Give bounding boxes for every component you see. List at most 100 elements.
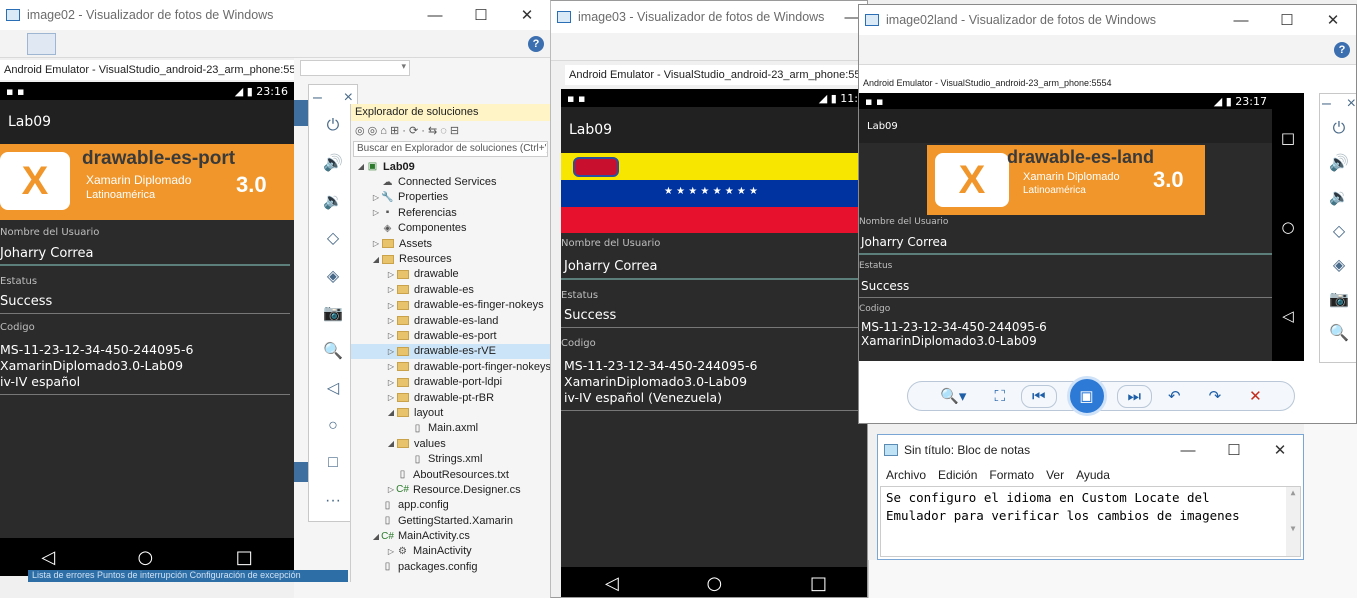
tree-item[interactable]: ▷ drawable-es-finger-nokeys — [351, 298, 550, 313]
tree-item[interactable]: ▷ 🔧 Properties — [351, 190, 550, 205]
notepad-menu-ver[interactable]: Ver — [1040, 468, 1070, 482]
chevron-right-icon[interactable]: ▷ — [385, 378, 397, 387]
chevron-right-icon[interactable]: ▷ — [385, 331, 397, 340]
menu-archivo[interactable] — [859, 39, 886, 61]
menu-imprimir[interactable] — [886, 39, 913, 61]
title-bar[interactable]: image03 - Visualizador de fotos de Windo… — [551, 1, 867, 33]
home-button-icon[interactable]: ○ — [707, 573, 723, 594]
tree-item[interactable]: ▷ drawable-pt-rBR — [351, 390, 550, 405]
back-button-icon[interactable]: ◁ — [1282, 307, 1294, 325]
tree-item[interactable]: ▯ AboutResources.txt — [351, 467, 550, 482]
recents-button-icon[interactable]: □ — [236, 547, 253, 568]
previous-icon[interactable]: ⏮ — [1020, 384, 1057, 408]
tree-item[interactable]: ▷ ⚙ MainActivity — [351, 544, 550, 559]
menu-archivo[interactable] — [551, 36, 578, 58]
notepad-menu-archivo[interactable]: Archivo — [880, 468, 932, 482]
chevron-down-icon[interactable]: ◢ — [385, 408, 397, 417]
status-field[interactable]: Success — [0, 290, 290, 314]
menu-grabar[interactable] — [76, 33, 103, 55]
chevron-right-icon[interactable]: ▷ — [370, 208, 382, 217]
close-button[interactable]: ✕ — [504, 0, 550, 30]
maximize-button[interactable]: ☐ — [1264, 5, 1310, 35]
toolbar-minimize-button[interactable]: – — [313, 89, 322, 107]
code-field[interactable]: MS-11-23-12-34-450-244095-6 XamarinDiplo… — [859, 320, 1273, 348]
tree-item[interactable]: ▷ C# Resource.Designer.cs — [351, 482, 550, 497]
tree-item[interactable]: ▷ drawable-es-port — [351, 328, 550, 343]
menu-abrir[interactable] — [103, 33, 130, 55]
code-field[interactable]: MS-11-23-12-34-450-244095-6 XamarinDiplo… — [561, 352, 861, 411]
volume-up-icon[interactable]: 🔊 — [1320, 146, 1356, 180]
menu-abrir[interactable] — [960, 39, 987, 61]
tree-item[interactable]: ◈ Componentes — [351, 221, 550, 236]
rotate-left-icon[interactable]: ↶ — [1168, 387, 1181, 405]
power-icon[interactable]: ⏻ — [1320, 112, 1356, 146]
next-icon[interactable]: ⏭ — [1116, 384, 1153, 408]
user-name-field[interactable]: Joharry Correa — [561, 255, 861, 280]
notepad-menu-edici-n[interactable]: Edición — [932, 468, 983, 482]
menu-correo-electr-nico[interactable] — [605, 36, 625, 58]
tree-item[interactable]: ▷ ▪ Referencias — [351, 205, 550, 220]
chevron-right-icon[interactable]: ▷ — [385, 316, 397, 325]
user-name-field[interactable]: Joharry Correa — [0, 244, 290, 266]
slideshow-icon[interactable]: ▣ — [1066, 376, 1107, 416]
menu-correo-electr-nico[interactable] — [56, 33, 76, 55]
rotate-right-icon[interactable]: ◈ — [1320, 248, 1356, 282]
rotate-right-icon[interactable]: ↷ — [1209, 387, 1222, 405]
chevron-right-icon[interactable]: ▷ — [385, 393, 397, 402]
tree-item[interactable]: ▷ drawable — [351, 267, 550, 282]
close-button[interactable]: ✕ — [1257, 435, 1303, 465]
maximize-button[interactable]: ☐ — [458, 0, 504, 30]
status-field[interactable]: Success — [561, 304, 861, 328]
tree-item[interactable]: ▯ GettingStarted.Xamarin — [351, 513, 550, 528]
title-bar[interactable]: image02land - Visualizador de fotos de W… — [859, 5, 1356, 35]
help-icon[interactable]: ? — [1334, 41, 1350, 58]
tree-item[interactable]: ▯ Main.axml — [351, 421, 550, 436]
camera-icon[interactable]: 📷 — [1320, 282, 1356, 316]
status-field[interactable]: Success — [859, 277, 1273, 298]
fit-window-icon[interactable]: ⛶ — [994, 388, 1005, 405]
rotate-left-icon[interactable]: ◇ — [1320, 214, 1356, 248]
user-name-field[interactable]: Joharry Correa — [859, 233, 1273, 255]
chevron-down-icon[interactable]: ◢ — [385, 439, 397, 448]
menu-imprimir[interactable] — [578, 36, 605, 58]
menu-imprimir[interactable] — [27, 32, 56, 55]
tree-item[interactable]: ◢ ▣ Lab09 — [351, 159, 550, 174]
tree-item[interactable]: ▷ drawable-port-finger-nokeys — [351, 359, 550, 374]
chevron-right-icon[interactable]: ▷ — [385, 301, 397, 310]
tree-item[interactable]: ▷ drawable-es-rVE — [351, 343, 550, 360]
home-button-icon[interactable]: ○ — [1281, 218, 1294, 236]
back-button-icon[interactable]: ◁ — [41, 547, 55, 568]
recents-button-icon[interactable]: □ — [810, 573, 827, 594]
tree-item[interactable]: ▷ drawable-port-ldpi — [351, 374, 550, 389]
notepad-text-area[interactable]: Se configuro el idioma en Custom Locate … — [880, 486, 1301, 557]
minimize-button[interactable]: — — [1218, 5, 1264, 35]
tree-item[interactable]: ▯ app.config — [351, 498, 550, 513]
delete-icon[interactable]: ✕ — [1249, 387, 1262, 405]
title-bar[interactable]: image02 - Visualizador de fotos de Windo… — [0, 0, 550, 30]
chevron-right-icon[interactable]: ▷ — [385, 285, 397, 294]
chevron-down-icon[interactable]: ◢ — [370, 255, 382, 264]
tree-item[interactable]: ▯ Strings.xml — [351, 451, 550, 466]
title-bar[interactable]: Sin título: Bloc de notas — ☐ ✕ — [878, 435, 1303, 465]
maximize-button[interactable]: ☐ — [1211, 435, 1257, 465]
notepad-menu-formato[interactable]: Formato — [983, 468, 1040, 482]
notepad-scrollbar[interactable]: ▲ ▼ — [1286, 487, 1300, 556]
menu-correo-electr-nico[interactable] — [913, 39, 933, 61]
chevron-down-icon[interactable]: ◢ — [355, 162, 367, 171]
menu-grabar[interactable] — [933, 39, 960, 61]
chevron-right-icon[interactable]: ▷ — [370, 239, 382, 248]
tree-item[interactable]: ▯ packages.config — [351, 559, 550, 574]
notepad-menu-ayuda[interactable]: Ayuda — [1070, 468, 1116, 482]
chevron-right-icon[interactable]: ▷ — [370, 193, 382, 202]
vs-dropdown[interactable]: ▾ — [300, 60, 410, 76]
chevron-right-icon[interactable]: ▷ — [385, 547, 397, 556]
tree-item[interactable]: ▷ Assets — [351, 236, 550, 251]
back-button-icon[interactable]: ◁ — [605, 573, 619, 594]
code-field[interactable]: MS-11-23-12-34-450-244095-6 XamarinDiplo… — [0, 338, 290, 395]
vs-bottom-tabs[interactable]: Lista de errores Puntos de interrupción … — [28, 570, 348, 582]
chevron-right-icon[interactable]: ▷ — [385, 362, 397, 371]
menu-archivo[interactable] — [0, 33, 27, 55]
minimize-button[interactable]: — — [1165, 435, 1211, 465]
tree-item[interactable]: ☁ Connected Services — [351, 174, 550, 189]
tree-item[interactable]: ◢ layout — [351, 405, 550, 420]
